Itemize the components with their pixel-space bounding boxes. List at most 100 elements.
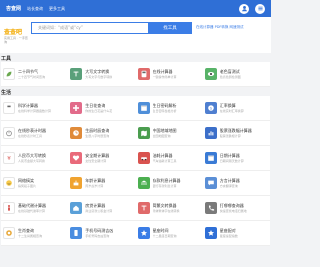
heart-icon bbox=[70, 152, 83, 164]
tool-item[interactable]: 简繁文转换器 简体繁体字在线转换 bbox=[136, 196, 203, 220]
bank-icon bbox=[137, 177, 150, 189]
tool-item[interactable]: 手机号码测吉凶 手机号码吉凶查询 bbox=[68, 221, 135, 245]
tool-item[interactable]: 安全期计算器 女性安全期计算 bbox=[68, 146, 135, 170]
tool-description: 全国地图查询 bbox=[152, 134, 171, 138]
star-icon bbox=[137, 227, 150, 239]
car-icon bbox=[137, 152, 150, 164]
tool-item[interactable]: 股票涨跌幅计算器 股票涨跌幅计算 bbox=[203, 121, 270, 145]
calendar-icon bbox=[204, 152, 217, 164]
zodiac-icon bbox=[3, 227, 15, 239]
speech-icon bbox=[204, 177, 217, 189]
tool-item[interactable]: 基础代谢计算器 在线基础代谢率计算 bbox=[1, 196, 68, 220]
logo-title: 查查吧 bbox=[4, 28, 23, 36]
clock-icon bbox=[70, 127, 83, 139]
tool-description: 大写文字与数字转换 bbox=[85, 75, 113, 79]
tool-description: 汽车油耗计算工具 bbox=[152, 159, 177, 163]
tool-description: 女性安全期计算 bbox=[85, 159, 107, 163]
tool-description: 色盲色弱检测图 bbox=[219, 75, 241, 79]
tool-description: 人民币金额大写转换 bbox=[18, 159, 46, 163]
svg-text:$: $ bbox=[210, 106, 212, 110]
tool-item[interactable]: 星座时间 十二星座日期查询 bbox=[136, 221, 203, 245]
flower-icon bbox=[70, 102, 83, 114]
tool-item[interactable]: 打哪哪查询器 快速查找电话归属地 bbox=[203, 196, 270, 220]
tool-item[interactable]: 在线秒表计时器 在线秒表计时工具 bbox=[1, 121, 68, 145]
tool-item[interactable]: 科学计算器 在线科学计算器函数计算 bbox=[1, 96, 68, 120]
tool-description: 生辰八字时辰查询 bbox=[85, 134, 110, 138]
tool-description: 日期间隔天数计算 bbox=[219, 159, 244, 163]
header: 查查吧 实用工具 · 一手查询 关键词如：“成语”或“cy” 找工具 在线计算器… bbox=[0, 17, 271, 53]
eye-icon bbox=[204, 68, 217, 80]
tool-description: 手机号码吉凶查询 bbox=[85, 234, 110, 238]
tool-row: ¥ 人民币大写转换 人民币金额大写转换 安全期计算器 女性安全期计算 油耗计算器 汽车油耗计… bbox=[1, 146, 270, 171]
tool-description: 股票涨跌幅计算 bbox=[219, 134, 241, 138]
calendar-icon bbox=[137, 102, 150, 114]
tool-item[interactable]: 方言计算器 方言翻译查询 bbox=[203, 171, 270, 195]
tool-item[interactable]: ¥ 人民币大写转换 人民币金额大写转换 bbox=[1, 146, 68, 170]
tool-description: 十二星座日期查询 bbox=[152, 234, 177, 238]
tool-item[interactable]: 星座配对 星座速配指数 bbox=[203, 221, 270, 245]
tool-description: 二十四节气时间查询 bbox=[18, 75, 46, 79]
tool-item[interactable]: 油耗计算器 汽车油耗计算工具 bbox=[136, 146, 203, 170]
leaf-icon bbox=[3, 68, 15, 80]
currency-icon: $ bbox=[204, 102, 217, 114]
search-button[interactable]: 找工具 bbox=[148, 22, 192, 34]
tool-sections: 工具 二十四节气 二十四节气时间查询 大写文字转换 大写文字与数字转换 在线计算器 一键操作… bbox=[0, 53, 271, 246]
tool-description: 十二生肖属相查询 bbox=[18, 234, 43, 238]
timer-icon bbox=[3, 127, 15, 139]
tool-description: 你的生日花是什么花 bbox=[85, 109, 113, 113]
tool-row: 在线秒表计时器 在线秒表计时工具 生辰时辰查询 生辰八字时辰查询 中国地域地图 全国地图查… bbox=[1, 121, 270, 146]
smile-icon bbox=[3, 177, 15, 189]
tool-item[interactable]: 大写文字转换 大写文字与数字转换 bbox=[68, 62, 135, 86]
tool-description: 快速查找电话归属地 bbox=[219, 209, 247, 213]
tool-row: 网络搞笑 搞笑段子图片 年龄计算器 周岁虚岁计算 存款利息计算器 银行存款利息计算 方言计算… bbox=[1, 171, 270, 196]
tool-item[interactable]: 老色盲测试 色盲色弱检测图 bbox=[203, 62, 270, 86]
tool-description: 搞笑段子图片 bbox=[18, 184, 37, 188]
tool-item[interactable]: 中国地域地图 全国地图查询 bbox=[136, 121, 203, 145]
user-icon[interactable] bbox=[239, 3, 249, 14]
site-logo[interactable]: 查查吧 实用工具 · 一手查询 bbox=[4, 27, 28, 44]
tool-item[interactable]: 生辰时辰查询 生辰八字时辰查询 bbox=[68, 121, 135, 145]
tool-item[interactable]: 二十四节气 二十四节气时间查询 bbox=[1, 62, 68, 86]
tool-item[interactable]: 网络搞笑 搞笑段子图片 bbox=[1, 171, 68, 195]
tool-item[interactable]: 年龄计算器 周岁虚岁计算 bbox=[68, 171, 135, 195]
hot-links[interactable]: 在线计算器 PDF转换 网速测试 bbox=[196, 25, 244, 30]
tool-description: 在线基础代谢率计算 bbox=[18, 209, 46, 213]
tool-row: 科学计算器 在线科学计算器函数计算 生日花查询 你的生日花是什么花 生日密码解析 生日密码… bbox=[1, 96, 270, 121]
section-title: 工具 bbox=[1, 56, 12, 62]
chart-icon bbox=[204, 127, 217, 139]
tool-panel: 二十四节气 二十四节气时间查询 大写文字转换 大写文字与数字转换 在线计算器 一键操作简单… bbox=[1, 62, 270, 87]
nav-link-more-tools[interactable]: 更多工具 bbox=[49, 6, 65, 12]
text-icon bbox=[70, 68, 83, 80]
yuan-icon: ¥ bbox=[3, 152, 15, 164]
tool-description: 商业贷款公积金计算 bbox=[85, 209, 113, 213]
map-icon bbox=[137, 127, 150, 139]
tool-item[interactable]: 日期计算器 日期间隔天数计算 bbox=[203, 146, 270, 170]
tool-panel: 科学计算器 在线科学计算器函数计算 生日花查询 你的生日花是什么花 生日密码解析 生日密码… bbox=[1, 96, 270, 246]
tool-row: 二十四节气 二十四节气时间查询 大写文字转换 大写文字与数字转换 在线计算器 一键操作简单… bbox=[1, 62, 270, 87]
tool-item[interactable]: 存款利息计算器 银行存款利息计算 bbox=[136, 171, 203, 195]
tool-item[interactable]: $ 汇率换算 在线实时汇率换算 bbox=[203, 96, 270, 120]
mobile-icon bbox=[70, 227, 83, 239]
tool-description: 在线实时汇率换算 bbox=[219, 109, 244, 113]
tool-description: 周岁虚岁计算 bbox=[85, 184, 104, 188]
phone-icon bbox=[204, 202, 217, 214]
tool-item[interactable]: 房贷计算器 商业贷款公积金计算 bbox=[68, 196, 135, 220]
tool-description: 生日密码性格分析 bbox=[152, 109, 177, 113]
text-icon bbox=[137, 202, 150, 214]
tool-description: 简体繁体字在线转换 bbox=[152, 209, 180, 213]
tool-row: 生肖查询 十二生肖属相查询 手机号码测吉凶 手机号码吉凶查询 星座时间 十二星座日期查询星… bbox=[1, 221, 270, 246]
tool-description: 星座速配指数 bbox=[219, 234, 238, 238]
tool-description: 银行存款利息计算 bbox=[152, 184, 177, 188]
svg-text:¥: ¥ bbox=[7, 156, 11, 162]
brand-name[interactable]: 杏查网 bbox=[6, 5, 21, 12]
menu-icon[interactable] bbox=[255, 3, 265, 14]
tool-item[interactable]: 生日花查询 你的生日花是什么花 bbox=[68, 96, 135, 120]
calculator-icon bbox=[3, 102, 15, 114]
tool-item[interactable]: 生肖查询 十二生肖属相查询 bbox=[1, 221, 68, 245]
top-bar: 杏查网 站长查询 更多工具 bbox=[0, 0, 271, 17]
tool-item[interactable]: 在线计算器 一键操作简单计算 bbox=[136, 62, 203, 86]
cake-icon bbox=[70, 177, 83, 189]
tool-item[interactable]: 生日密码解析 生日密码性格分析 bbox=[136, 96, 203, 120]
nav-link-site-tools[interactable]: 站长查询 bbox=[27, 6, 43, 12]
calculator-icon bbox=[137, 68, 150, 80]
